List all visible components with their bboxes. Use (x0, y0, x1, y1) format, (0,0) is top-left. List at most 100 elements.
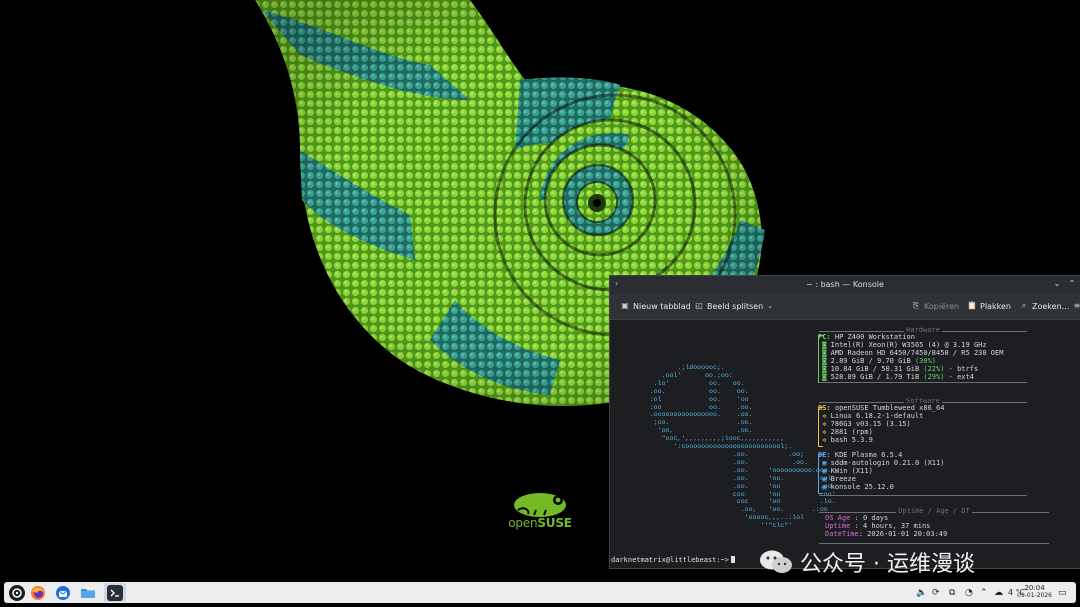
copy-icon: ⎘ (912, 301, 920, 310)
row-icon: ▣ (818, 474, 831, 483)
uptime-value: : 2026-01-01 20:03:49 (858, 529, 948, 538)
volume-icon[interactable]: 🔈 (916, 585, 927, 601)
updates-icon[interactable]: ⟳ (932, 585, 940, 601)
row-icon: ✲ (818, 435, 831, 444)
row-suffix: - ext4 (944, 372, 974, 381)
row-value: 2881 (rpm) (830, 427, 873, 436)
uptime-key: Uptime (825, 521, 855, 530)
file-manager-icon[interactable] (80, 585, 96, 601)
row-icon: ◙ (818, 340, 831, 349)
search-icon: ⌕ (1021, 301, 1027, 310)
row-icon: ◙ (818, 348, 831, 357)
row-value: sddm-autologin 0.21.0 (X11) (830, 458, 945, 467)
minimize-icon[interactable]: ⌄ (1051, 278, 1063, 290)
uptime-row: DateTime: 2026-01-01 20:03:49 (825, 529, 948, 539)
row-icon: ✲ (818, 427, 831, 436)
row-icon: ▣ (818, 482, 831, 491)
uptime-key: OS Age (825, 514, 855, 522)
uptime-bottom-separator (819, 543, 1049, 544)
paste-label: Plakken (980, 301, 1011, 311)
maximize-icon[interactable]: ⌃ (1066, 278, 1078, 290)
weather-icon[interactable]: ☁ (994, 585, 1003, 601)
row-value: konsole 25.12.0 (830, 482, 894, 491)
new-tab-icon: ▣ (621, 301, 629, 310)
shell-prompt[interactable]: darknetmatrix@littlebeast:~> (611, 556, 736, 565)
opensuse-wordmark: openSUSE (508, 516, 572, 530)
row-value: Linux 6.18.2-1-default (830, 411, 924, 420)
network-icon[interactable]: ⧉ (949, 585, 955, 601)
plasma-taskbar: 🔈 ⟳ ⧉ ◔ ⌃ ☁ 4 °C 20:04 01-01-2026 ▭ (4, 582, 1076, 603)
row-value: 786G3 v03.15 (3.15) (830, 419, 911, 428)
row-percent: (22%) (923, 364, 945, 373)
split-view-icon: ◫ (695, 301, 703, 310)
paste-icon: 📋 (967, 301, 977, 310)
row-value: AMD Radeon HD 6450/7450/8450 / R5 230 OE… (830, 348, 1004, 357)
hamburger-menu-button[interactable]: ≡ (1072, 301, 1080, 311)
row-value: HP Z400 Workstation (834, 333, 915, 341)
window-titlebar[interactable]: › ~ : bash — Konsole ⌄ ⌃ (610, 276, 1080, 294)
show-desktop-icon[interactable]: ▭ (1058, 585, 1067, 601)
info-row: ✲ bash 5.3.9 (818, 435, 873, 445)
wechat-icon (758, 549, 794, 575)
row-value: 528.89 GiB / 1.79 TiB (830, 372, 924, 381)
konsole-icon[interactable] (107, 585, 123, 601)
row-icon: ◙ (818, 372, 831, 381)
uptime-key: DateTime (825, 529, 859, 538)
row-key: PC: (818, 333, 831, 341)
wifi-icon[interactable]: ◔ (965, 585, 973, 601)
split-view-button[interactable]: ◫ Beeld splitsen ⌄ (694, 301, 774, 311)
copy-label: Kopiëren (924, 301, 960, 311)
digital-clock[interactable]: 20:04 01-01-2026 (1017, 584, 1052, 600)
row-percent: (29%) (923, 372, 945, 381)
split-view-label: Beeld splitsen (707, 301, 764, 311)
clock-time: 20:04 (1024, 584, 1045, 592)
wechat-watermark: 公众号 · 运维漫谈 (758, 546, 975, 578)
opensuse-ascii-logo: .;ldoooooc;. .ool' oo.;oo: .lo' oo. oo. … (649, 364, 836, 530)
row-icon: ✲ (818, 411, 831, 420)
search-button[interactable]: ⌕ Zoeken... (1019, 301, 1070, 311)
row-value: 10.84 GiB / 50.31 GiB (830, 364, 924, 373)
info-row: ▣ konsole 25.12.0 (818, 482, 894, 492)
firefox-icon[interactable] (30, 585, 46, 601)
uptime-value: : 0 days (854, 514, 889, 522)
row-value: bash 5.3.9 (830, 435, 873, 444)
new-tab-button[interactable]: ▣ Nieuw tabblad ⌄ (620, 301, 700, 311)
software-bottom-separator (819, 495, 1027, 496)
text-cursor (731, 556, 736, 563)
row-percent: (30%) (914, 356, 937, 365)
new-tab-label: Nieuw tabblad (633, 301, 691, 311)
prompt-text: darknetmatrix@littlebeast:~> (611, 556, 730, 564)
row-value: KDE Plasma 6.5.4 (834, 451, 903, 459)
row-icon: ✲ (818, 419, 831, 428)
row-icon: ▣ (818, 466, 831, 475)
copy-button[interactable]: ⎘ Kopiëren (911, 301, 959, 311)
uptime-value: : 4 hours, 37 mins (854, 521, 931, 530)
konsole-window[interactable]: › ~ : bash — Konsole ⌄ ⌃ ▣ Nieuw tabblad… (609, 275, 1080, 569)
search-label: Zoeken... (1032, 301, 1070, 311)
hardware-bottom-separator (819, 382, 1027, 383)
info-row: ◙ 528.89 GiB / 1.79 TiB (29%) - ext4 (818, 372, 974, 382)
window-title: ~ : bash — Konsole (806, 280, 884, 289)
konsole-toolbar: ▣ Nieuw tabblad ⌄ ◫ Beeld splitsen ⌄ ⎘ K… (610, 294, 1080, 320)
watermark-text: 公众号 · 运维漫谈 (800, 552, 975, 577)
terminal-area[interactable]: .;ldoooooc;. .ool' oo.;oo: .lo' oo. oo. … (610, 320, 1080, 568)
row-value: Intel(R) Xeon(R) W3565 (4) @ 3.19 GHz (830, 340, 987, 349)
thunderbird-icon[interactable] (55, 585, 71, 601)
tray-expand-icon[interactable]: ⌃ (980, 585, 988, 601)
opensuse-logo: openSUSE (508, 488, 572, 532)
row-icon: ◙ (818, 356, 831, 365)
row-value: Breeze (830, 474, 856, 483)
row-key: OS: (818, 404, 831, 412)
row-value: openSUSE Tumbleweed x86_64 (834, 404, 945, 412)
paste-button[interactable]: 📋 Plakken (967, 301, 1011, 311)
row-icon: ▣ (818, 458, 831, 467)
hamburger-menu-icon: ≡ (1073, 301, 1080, 310)
row-value: 2.89 GiB / 9.70 GiB (830, 356, 915, 365)
row-key: DE: (818, 451, 831, 459)
row-icon: ◙ (818, 364, 831, 373)
application-launcher-icon[interactable] (9, 585, 25, 601)
chevron-down-icon: ⌄ (767, 302, 774, 310)
row-suffix: - btrfs (944, 364, 979, 373)
clock-date: 01-01-2026 (1017, 592, 1052, 599)
row-value: KWin (X11) (830, 466, 873, 475)
